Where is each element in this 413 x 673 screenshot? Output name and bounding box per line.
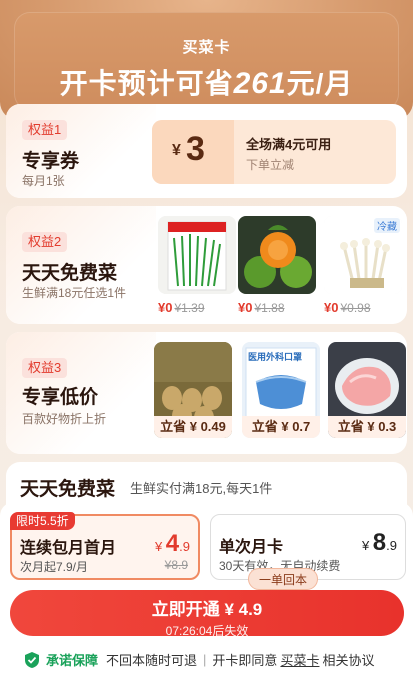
divider: |	[203, 652, 207, 667]
benefit-tag: 权益2	[22, 232, 68, 252]
shield-check-icon	[25, 651, 39, 668]
headline-amount: 261	[233, 67, 287, 100]
benefit-subtitle: 生鲜满18元任选1件	[22, 286, 127, 300]
price-int: 4	[165, 530, 180, 557]
price-currency: ¥	[154, 539, 163, 554]
product-item[interactable]: 立省 ¥ 0.3	[328, 342, 406, 438]
plan-original-price: ¥8.9	[164, 558, 188, 572]
savings-headline: 开卡预计可省261元/月	[14, 62, 399, 102]
benefit-subtitle: 每月1张	[22, 174, 65, 188]
coupon-hint: 下单立减	[246, 158, 295, 172]
product-price: ¥0 ¥1.39	[158, 300, 236, 315]
product-item[interactable]: 医用外科口罩 立省 ¥ 0.7	[242, 342, 320, 438]
product-image-oranges	[238, 216, 316, 294]
discount-badge: 限时5.5折	[10, 512, 75, 530]
product-image-chive-seeds	[158, 216, 236, 294]
promise-label: 承诺保障	[46, 653, 99, 668]
plan-price: ¥ 4.9	[155, 530, 190, 558]
coupon-amount: 3	[186, 130, 205, 168]
agreement-link[interactable]: 买菜卡	[280, 650, 319, 669]
benefit-title: 天天免费菜	[22, 263, 118, 284]
plan-desc: 次月起7.9/月	[20, 560, 89, 574]
save-tag: 立省 ¥ 0.7	[242, 416, 320, 438]
benefit-subtitle: 百款好物折上折	[22, 412, 107, 426]
product-image-mask: 医用外科口罩 立省 ¥ 0.7	[242, 342, 320, 438]
mask-label: 医用外科口罩	[248, 352, 303, 362]
daily-title: 天天免费菜	[20, 479, 116, 500]
footer: 承诺保障 不回本随时可退 | 开卡即同意 买菜卡 相关协议	[0, 646, 413, 673]
old-price: ¥0.98	[340, 301, 371, 315]
cold-badge: 冷藏	[374, 218, 400, 233]
benefit-low-price-card[interactable]: 权益3 专享低价 百款好物折上折 立省 ¥ 0.49 医用外科口罩 立省 ¥ 0…	[6, 332, 407, 454]
coupon-currency: ¥	[172, 142, 181, 159]
headline-prefix: 开卡预计可省	[59, 68, 234, 99]
plan-name: 连续包月首月	[20, 540, 117, 557]
product-item[interactable]: 立省 ¥ 0.49	[154, 342, 232, 438]
product-image-pork: 立省 ¥ 0.3	[328, 342, 406, 438]
agreement-suffix: 相关协议	[322, 653, 375, 668]
old-price: ¥1.39	[174, 301, 205, 315]
save-tag: 立省 ¥ 0.49	[154, 416, 232, 438]
activate-label: 立即开通 ¥ 4.9	[151, 600, 263, 619]
benefit-tag: 权益3	[22, 358, 68, 378]
coupon-condition: 全场满4元可用	[246, 137, 332, 152]
daily-subtitle: 生鲜实付满18元,每天1件	[130, 481, 273, 496]
product-image-eggs: 立省 ¥ 0.49	[154, 342, 232, 438]
product-item[interactable]: ¥0 ¥1.88	[238, 216, 316, 315]
benefit-tag: 权益1	[22, 120, 68, 140]
new-price: ¥0	[324, 300, 339, 315]
plan-monthly-auto[interactable]: 限时5.5折 连续包月首月 次月起7.9/月 ¥ 4.9 ¥8.9	[10, 512, 200, 580]
product-item[interactable]: ¥0 ¥1.39	[158, 216, 236, 315]
price-dec: .9	[386, 538, 397, 553]
activate-button[interactable]: 立即开通 ¥ 4.9 07:26:04后失效	[10, 590, 404, 638]
product-image-enoki: 冷藏	[324, 216, 402, 294]
new-price: ¥0	[158, 300, 173, 315]
price-currency: ¥	[361, 538, 370, 553]
agreement-prefix: 开卡即同意	[212, 653, 278, 668]
benefit-coupon-card[interactable]: 权益1 专享券 每月1张 ¥ 3 全场满4元可用 下单立减	[6, 104, 407, 198]
header-card: 买菜卡 开卡预计可省261元/月	[14, 12, 399, 110]
refund-note: 不回本随时可退	[106, 653, 198, 668]
brand-title: 买菜卡	[182, 39, 231, 56]
benefit-title: 专享低价	[22, 387, 99, 408]
old-price: ¥1.88	[254, 301, 285, 315]
new-price: ¥0	[238, 300, 253, 315]
countdown-timer: 07:26:04后失效	[165, 624, 249, 638]
product-price: ¥0 ¥1.88	[238, 300, 316, 315]
headline-suffix: 元/月	[286, 68, 354, 99]
payback-bubble: 一单回本	[248, 568, 319, 590]
benefit-title: 专享券	[22, 151, 80, 172]
benefit-free-veg-card[interactable]: 权益2 天天免费菜 生鲜满18元任选1件 ¥0 ¥1.39 ¥0 ¥1.88 冷…	[6, 206, 407, 324]
plan-name: 单次月卡	[219, 539, 284, 556]
plan-price: ¥ 8.9	[362, 529, 397, 557]
price-int: 8	[372, 529, 387, 556]
price-dec: .9	[179, 539, 190, 554]
coupon[interactable]: ¥ 3 全场满4元可用 下单立减	[152, 120, 396, 184]
product-price: ¥0 ¥0.98	[324, 300, 402, 315]
header: 买菜卡 开卡预计可省261元/月	[0, 0, 413, 120]
save-tag: 立省 ¥ 0.3	[328, 416, 406, 438]
product-item[interactable]: 冷藏 ¥0 ¥0.98	[324, 216, 402, 315]
